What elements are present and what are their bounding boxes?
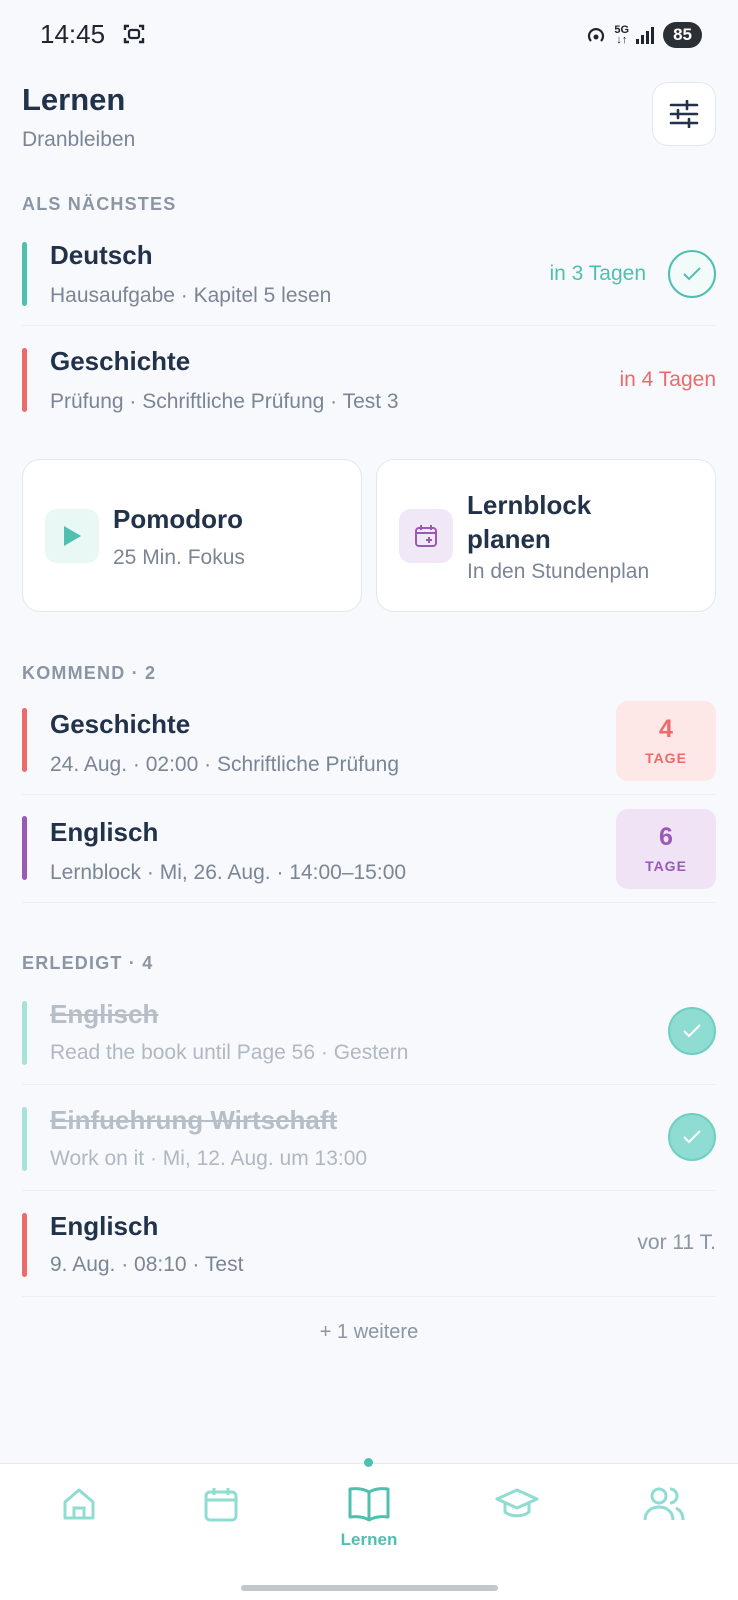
- page-header: Lernen Dranbleiben: [22, 82, 135, 152]
- list-item[interactable]: Geschichte Prüfung · Schriftliche Prüfun…: [22, 342, 716, 432]
- divider: [22, 1084, 716, 1085]
- item-subtitle: Hausaufgabe · Kapitel 5 lesen: [50, 284, 332, 307]
- days-count: 4: [659, 715, 673, 743]
- battery-indicator: 85: [663, 22, 702, 48]
- nav-item-lernen[interactable]: Lernen: [319, 1484, 419, 1564]
- hotspot-icon: [588, 28, 605, 42]
- bottom-navigation: Lernen: [0, 1458, 738, 1600]
- list-item[interactable]: Englisch Lernblock · Mi, 26. Aug. · 14:0…: [22, 809, 716, 903]
- lernblock-card[interactable]: Lernblock planen In den Stundenplan: [376, 459, 716, 612]
- item-subtitle: Prüfung · Schriftliche Prüfung · Test 3: [50, 390, 399, 413]
- divider: [22, 794, 716, 795]
- calendar-icon: [204, 1488, 238, 1522]
- users-icon: [643, 1487, 685, 1521]
- nav-item-home[interactable]: [29, 1484, 129, 1564]
- completed-toggle[interactable]: [668, 1007, 716, 1055]
- item-title: Englisch: [50, 1211, 159, 1241]
- subject-color-bar: [22, 816, 27, 880]
- subject-color-bar: [22, 1107, 27, 1171]
- divider: [22, 1296, 716, 1297]
- card-title: Lernblock planen: [467, 490, 592, 554]
- status-time: 14:45: [40, 19, 106, 49]
- list-item[interactable]: Englisch Read the book until Page 56 · G…: [22, 995, 716, 1085]
- due-label: in 3 Tagen: [549, 262, 646, 285]
- subject-color-bar: [22, 348, 27, 412]
- divider: [22, 902, 716, 903]
- card-subtitle: In den Stundenplan: [467, 560, 650, 583]
- days-badge: 6 TAGE: [616, 809, 716, 889]
- completed-toggle[interactable]: [668, 1113, 716, 1161]
- days-label: TAGE: [645, 858, 687, 874]
- home-indicator[interactable]: [241, 1585, 498, 1591]
- graduation-cap-icon: [495, 1488, 539, 1518]
- divider: [22, 325, 716, 326]
- home-icon: [63, 1488, 95, 1520]
- item-subtitle: Read the book until Page 56 · Gestern: [50, 1041, 409, 1064]
- check-icon: [683, 1024, 701, 1038]
- item-title: Geschichte: [50, 346, 191, 376]
- subject-color-bar: [22, 1213, 27, 1277]
- item-subtitle: Lernblock · Mi, 26. Aug. · 14:00–15:00: [50, 861, 407, 884]
- pomodoro-card[interactable]: Pomodoro 25 Min. Fokus: [22, 459, 362, 612]
- divider: [22, 1190, 716, 1191]
- book-icon: [348, 1487, 390, 1522]
- list-item[interactable]: Einfuehrung Wirtschaft Work on it · Mi, …: [22, 1101, 716, 1191]
- status-bar: 14:45 5G ↓↑ 85: [0, 0, 738, 70]
- section-label-upcoming: KOMMEND · 2: [22, 663, 157, 683]
- signal-icon: [636, 27, 655, 44]
- item-title: Englisch: [50, 999, 159, 1029]
- item-title: Englisch: [50, 817, 159, 847]
- subject-color-bar: [22, 1001, 27, 1065]
- days-count: 6: [659, 823, 673, 851]
- item-subtitle: Work on it · Mi, 12. Aug. um 13:00: [50, 1147, 368, 1170]
- nav-item-school[interactable]: [467, 1484, 567, 1564]
- item-title: Geschichte: [50, 709, 191, 739]
- screenshot-icon: [123, 24, 145, 44]
- sliders-icon: [669, 100, 699, 128]
- overdue-label: vor 11 T.: [637, 1231, 716, 1254]
- days-badge: 4 TAGE: [616, 701, 716, 781]
- play-icon: [45, 509, 99, 563]
- nav-item-calendar[interactable]: [171, 1484, 271, 1564]
- days-label: TAGE: [645, 750, 687, 766]
- section-label-done: ERLEDIGT · 4: [22, 953, 154, 973]
- card-subtitle: 25 Min. Fokus: [113, 546, 245, 569]
- list-item[interactable]: Geschichte 24. Aug. · 02:00 · Schriftlic…: [22, 701, 716, 795]
- filter-button[interactable]: [652, 82, 716, 146]
- page-title: Lernen: [22, 82, 126, 117]
- check-icon: [683, 1130, 701, 1144]
- network-type: 5G ↓↑: [614, 24, 630, 46]
- subject-color-bar: [22, 708, 27, 772]
- check-icon: [683, 267, 701, 281]
- nav-item-people[interactable]: [614, 1484, 714, 1564]
- calendar-plus-icon: [399, 509, 453, 563]
- show-more-link[interactable]: + 1 weitere: [0, 1321, 738, 1344]
- subject-color-bar: [22, 242, 27, 306]
- nav-label: Lernen: [340, 1530, 398, 1549]
- active-indicator: [364, 1458, 373, 1467]
- page-subtitle: Dranbleiben: [22, 128, 136, 151]
- item-subtitle: 9. Aug. · 08:10 · Test: [50, 1253, 244, 1276]
- list-item[interactable]: Englisch 9. Aug. · 08:10 · Test vor 11 T…: [22, 1207, 716, 1297]
- complete-button[interactable]: [668, 250, 716, 298]
- list-item[interactable]: Deutsch Hausaufgabe · Kapitel 5 lesen in…: [22, 236, 716, 326]
- item-subtitle: 24. Aug. · 02:00 · Schriftliche Prüfung: [50, 753, 400, 776]
- card-title: Pomodoro: [113, 504, 243, 534]
- section-label-next: ALS NÄCHSTES: [22, 194, 177, 214]
- item-title: Einfuehrung Wirtschaft: [50, 1105, 338, 1135]
- due-label: in 4 Tagen: [619, 368, 716, 391]
- item-title: Deutsch: [50, 240, 153, 270]
